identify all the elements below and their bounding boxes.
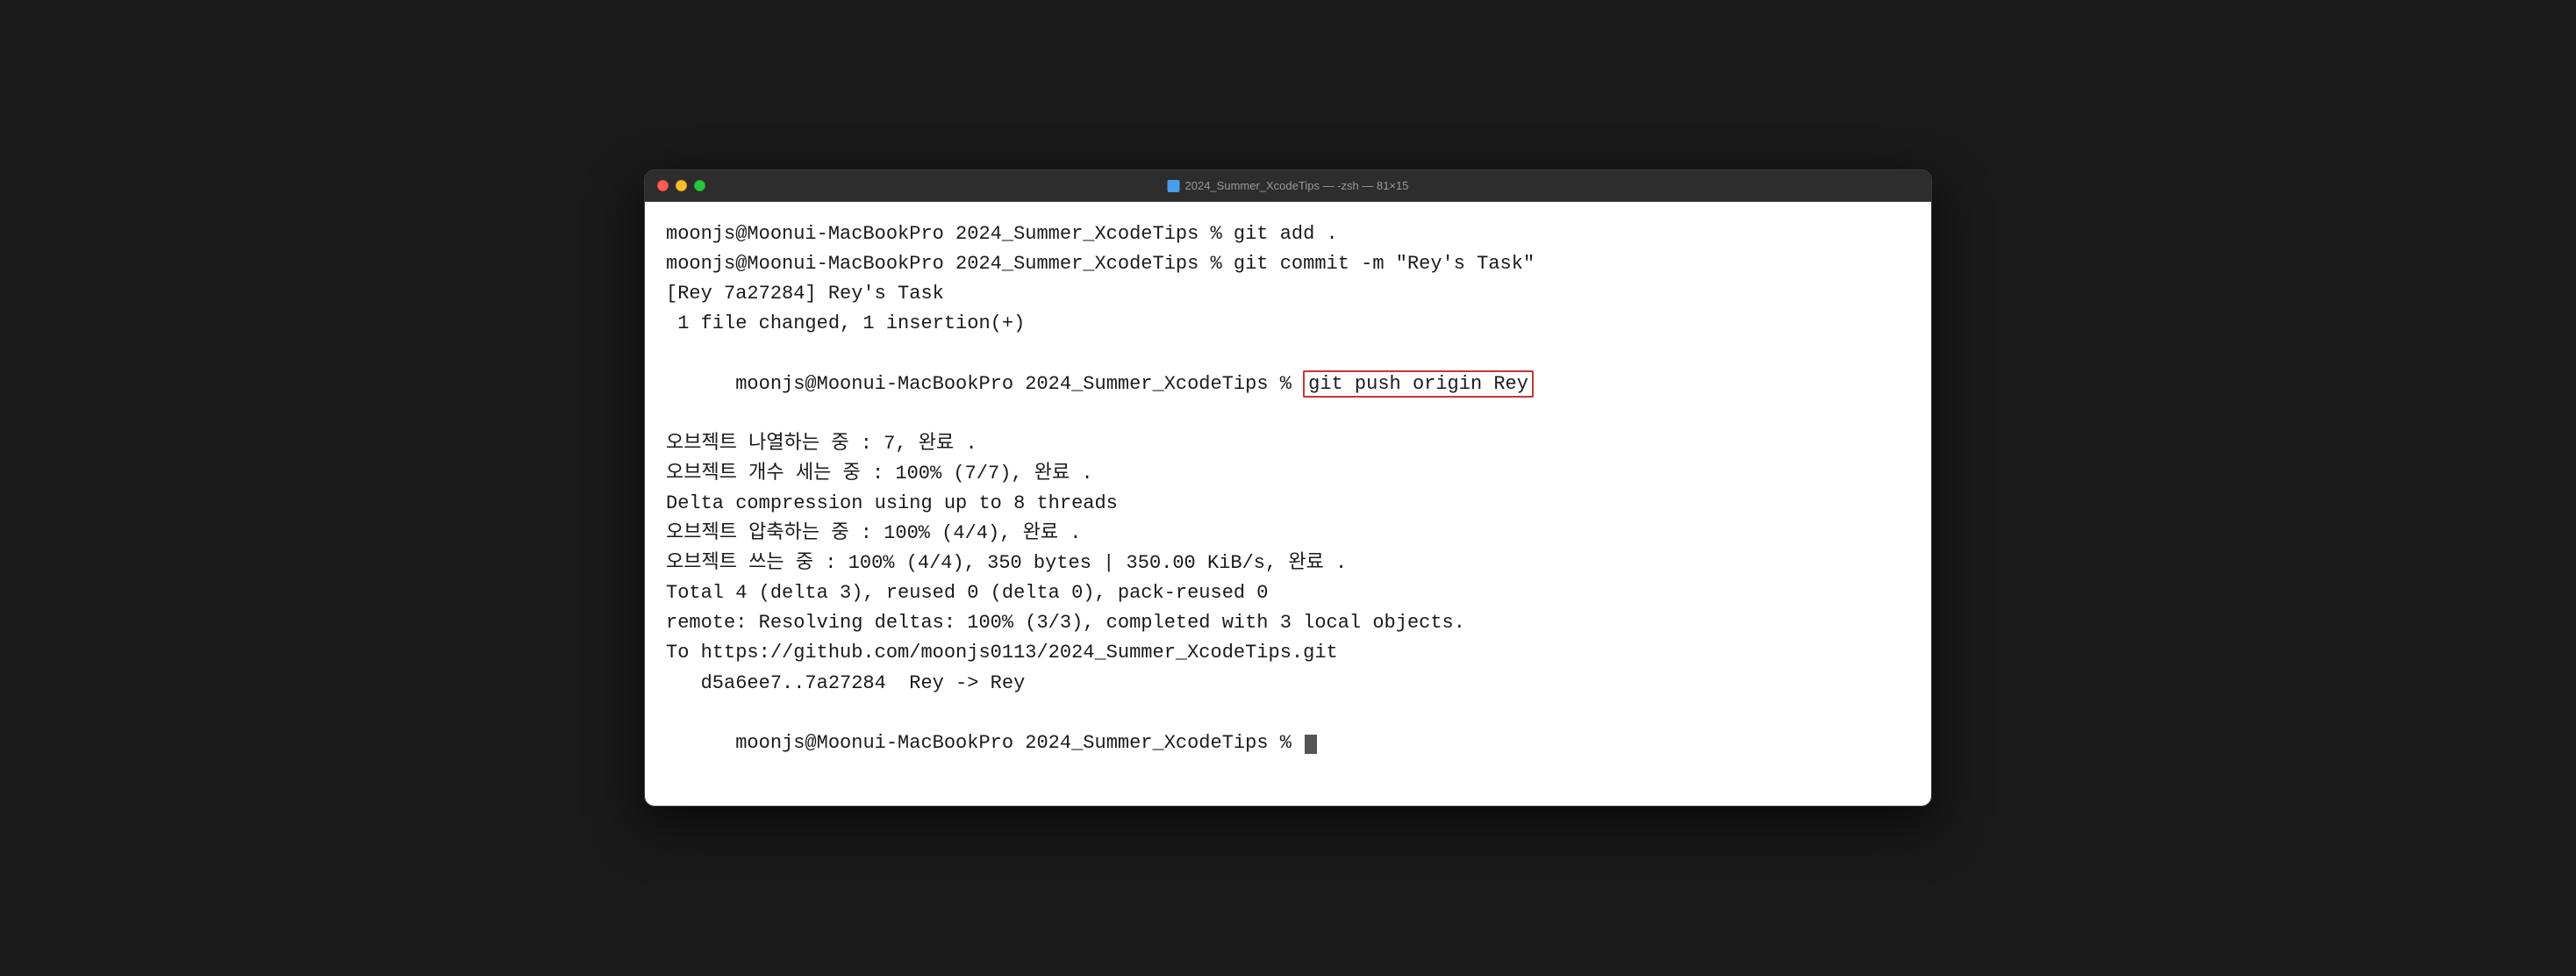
terminal-body[interactable]: moonjs@Moonui-MacBookPro 2024_Summer_Xco… (645, 202, 1931, 806)
traffic-lights (657, 180, 705, 191)
terminal-line-4: 1 file changed, 1 insertion(+) (666, 309, 1910, 339)
terminal-line-8: Delta compression using up to 8 threads (666, 489, 1910, 519)
terminal-line-3: [Rey 7a27284] Rey's Task (666, 279, 1910, 309)
window-title: 2024_Summer_XcodeTips — -zsh — 81×15 (1168, 179, 1409, 192)
terminal-line-2: moonjs@Moonui-MacBookPro 2024_Summer_Xco… (666, 249, 1910, 279)
title-bar: 2024_Summer_XcodeTips — -zsh — 81×15 (645, 170, 1931, 202)
terminal-line-6: 오브젝트 나열하는 중 : 7, 완료 . (666, 429, 1910, 459)
maximize-button[interactable] (694, 180, 705, 191)
terminal-line-15-prompt: moonjs@Moonui-MacBookPro 2024_Summer_Xco… (666, 699, 1910, 788)
minimize-button[interactable] (676, 180, 687, 191)
terminal-line-5-highlighted: moonjs@Moonui-MacBookPro 2024_Summer_Xco… (666, 339, 1910, 428)
final-prompt: moonjs@Moonui-MacBookPro 2024_Summer_Xco… (735, 732, 1303, 754)
highlighted-command: git push origin Rey (1303, 370, 1534, 398)
terminal-line-9: 오브젝트 압축하는 중 : 100% (4/4), 완료 . (666, 519, 1910, 549)
close-button[interactable] (657, 180, 669, 191)
terminal-line-13: To https://github.com/moonjs0113/2024_Su… (666, 638, 1910, 668)
cursor-block (1305, 735, 1317, 754)
folder-icon (1168, 180, 1180, 192)
terminal-line-1: moonjs@Moonui-MacBookPro 2024_Summer_Xco… (666, 219, 1910, 249)
terminal-line-12: remote: Resolving deltas: 100% (3/3), co… (666, 608, 1910, 638)
prompt-prefix: moonjs@Moonui-MacBookPro 2024_Summer_Xco… (735, 373, 1303, 395)
terminal-line-11: Total 4 (delta 3), reused 0 (delta 0), p… (666, 578, 1910, 608)
terminal-window: 2024_Summer_XcodeTips — -zsh — 81×15 moo… (644, 169, 1932, 807)
terminal-line-10: 오브젝트 쓰는 중 : 100% (4/4), 350 bytes | 350.… (666, 549, 1910, 578)
terminal-line-7: 오브젝트 개수 세는 중 : 100% (7/7), 완료 . (666, 459, 1910, 489)
terminal-line-14: d5a6ee7..7a27284 Rey -> Rey (666, 669, 1910, 699)
